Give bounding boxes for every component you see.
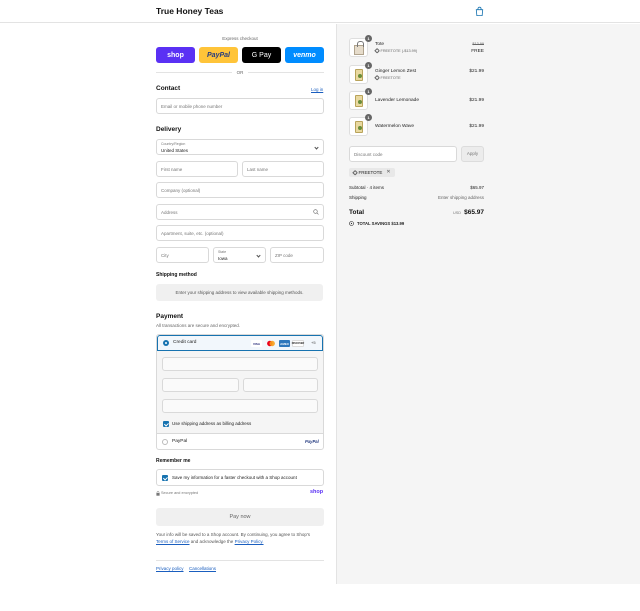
first-name-field[interactable]: First name [156, 161, 238, 177]
paypal-label: PayPal [172, 439, 188, 444]
last-name-field[interactable]: Last name [242, 161, 324, 177]
expiration-field[interactable] [162, 378, 239, 392]
credit-card-label: Credit card [173, 340, 197, 345]
billing-same-checkbox[interactable] [163, 421, 169, 427]
tag-icon [374, 48, 380, 54]
chevron-down-icon [256, 253, 261, 258]
shipping-method-heading: Shipping method [156, 272, 197, 278]
item-name: Ginger Lemon Zest [375, 69, 417, 74]
venmo-button[interactable]: venmo [285, 47, 324, 63]
divider-left [156, 72, 232, 73]
remember-me-option[interactable]: Save my information for a faster checkou… [156, 469, 324, 486]
save-info-label: Save my information for a faster checkou… [172, 475, 297, 480]
top-header: True Honey Teas [0, 0, 640, 23]
legal-text: Your info will be saved to a Shop accoun… [156, 532, 311, 544]
discount-code-field[interactable]: Discount code [349, 146, 457, 162]
savings-tag-icon [349, 221, 354, 226]
item-discount: FREETOTE [374, 75, 401, 81]
paypal-logo-icon: PayPal [305, 439, 319, 444]
more-cards-count: +5 [311, 340, 316, 345]
credit-card-option[interactable]: Credit card VISA AMEX DISCOVER +5 [157, 335, 323, 351]
express-checkout-title: Express checkout [222, 36, 258, 41]
quantity-badge: 1 [365, 62, 372, 69]
amex-icon: AMEX [279, 340, 290, 347]
shopping-bag-icon[interactable] [474, 6, 485, 17]
secure-encrypted-text: Secure and encrypted [161, 491, 199, 495]
item-price: $21.99 [469, 69, 484, 74]
payment-heading: Payment [156, 313, 184, 320]
paypal-button[interactable]: PayPal [199, 47, 238, 63]
tag-icon [374, 75, 380, 81]
shop-pay-button[interactable]: shop [156, 47, 195, 63]
item-price: FREE [471, 49, 484, 54]
visa-icon: VISA [251, 340, 262, 347]
zip-field[interactable]: ZIP code [270, 247, 324, 263]
total-savings: TOTAL SAVINGS $13.99 [357, 221, 405, 226]
item-discount: FREETOTE (-$13.99) [374, 48, 417, 54]
item-name: Watermelon Wave [375, 124, 415, 129]
terms-of-service-link[interactable]: Terms of Service [156, 539, 190, 544]
divider-right [248, 72, 324, 73]
total-label: Total [349, 209, 365, 216]
google-pay-button[interactable]: G Pay [242, 47, 281, 63]
subtotal-label: Subtotal · 4 items [349, 185, 385, 190]
item-price: $21.99 [469, 124, 484, 129]
state-select[interactable]: State Iowa [213, 247, 266, 263]
quantity-badge: 1 [365, 35, 372, 42]
shop-logo: shop [310, 489, 324, 495]
order-summary-panel [336, 24, 640, 584]
total-value: $65.97 [464, 209, 484, 216]
shipping-value: Enter shipping address [437, 195, 484, 200]
paypal-radio[interactable] [162, 439, 168, 445]
quantity-badge: 1 [365, 88, 372, 95]
mastercard-icon [267, 340, 275, 347]
currency-code: USD [453, 211, 462, 215]
payment-subtitle: All transactions are secure and encrypte… [156, 323, 241, 328]
card-number-field[interactable] [162, 357, 318, 371]
login-link[interactable]: Log in [311, 87, 323, 92]
contact-heading: Contact [156, 85, 181, 92]
remember-me-heading: Remember me [156, 458, 191, 464]
credit-card-form: Use shipping address as billing address [157, 351, 323, 433]
applied-discount-chip: FREETOTE ✕ [349, 168, 395, 177]
tag-icon [352, 170, 358, 175]
name-on-card-field[interactable] [162, 399, 318, 413]
shipping-label: Shipping [349, 195, 367, 200]
apartment-field[interactable]: Apartment, suite, etc. (optional) [156, 225, 324, 241]
payment-options: Credit card VISA AMEX DISCOVER +5 Use sh… [156, 334, 324, 450]
or-separator: OR [236, 70, 244, 75]
delivery-heading: Delivery [156, 126, 182, 133]
item-name: Tote [375, 42, 385, 47]
save-info-checkbox[interactable] [162, 475, 168, 481]
lock-icon [156, 491, 160, 496]
pay-now-button[interactable]: Pay now [156, 508, 324, 526]
privacy-policy-link[interactable]: Privacy policy [156, 566, 184, 571]
address-field[interactable]: Address [156, 204, 324, 220]
cancellations-link[interactable]: Cancellations [189, 566, 216, 571]
discover-icon: DISCOVER [291, 340, 305, 347]
chevron-down-icon [314, 145, 319, 150]
apply-discount-button[interactable]: Apply [461, 146, 484, 162]
item-old-price: $13.99 [472, 42, 484, 46]
city-field[interactable]: City [156, 247, 209, 263]
country-select[interactable]: Country/Region United States [156, 139, 324, 155]
credit-card-radio[interactable] [163, 340, 169, 346]
item-price: $21.99 [469, 98, 484, 103]
search-icon [313, 209, 319, 215]
quantity-badge: 1 [365, 114, 372, 121]
remove-discount-icon[interactable]: ✕ [386, 168, 390, 177]
shipping-method-notice: Enter your shipping address to view avai… [156, 284, 323, 301]
paypal-option[interactable]: PayPal PayPal [157, 433, 323, 450]
privacy-policy-inline-link[interactable]: Privacy Policy. [235, 539, 264, 544]
item-name: Lavender Lemonade [375, 98, 420, 103]
footer-divider [156, 560, 324, 561]
store-brand[interactable]: True Honey Teas [156, 6, 223, 16]
subtotal-value: $65.97 [470, 185, 484, 190]
security-code-field[interactable] [243, 378, 318, 392]
company-field[interactable]: Company (optional) [156, 182, 324, 198]
email-field[interactable]: Email or mobile phone number [156, 98, 324, 114]
billing-same-label: Use shipping address as billing address [172, 421, 252, 426]
